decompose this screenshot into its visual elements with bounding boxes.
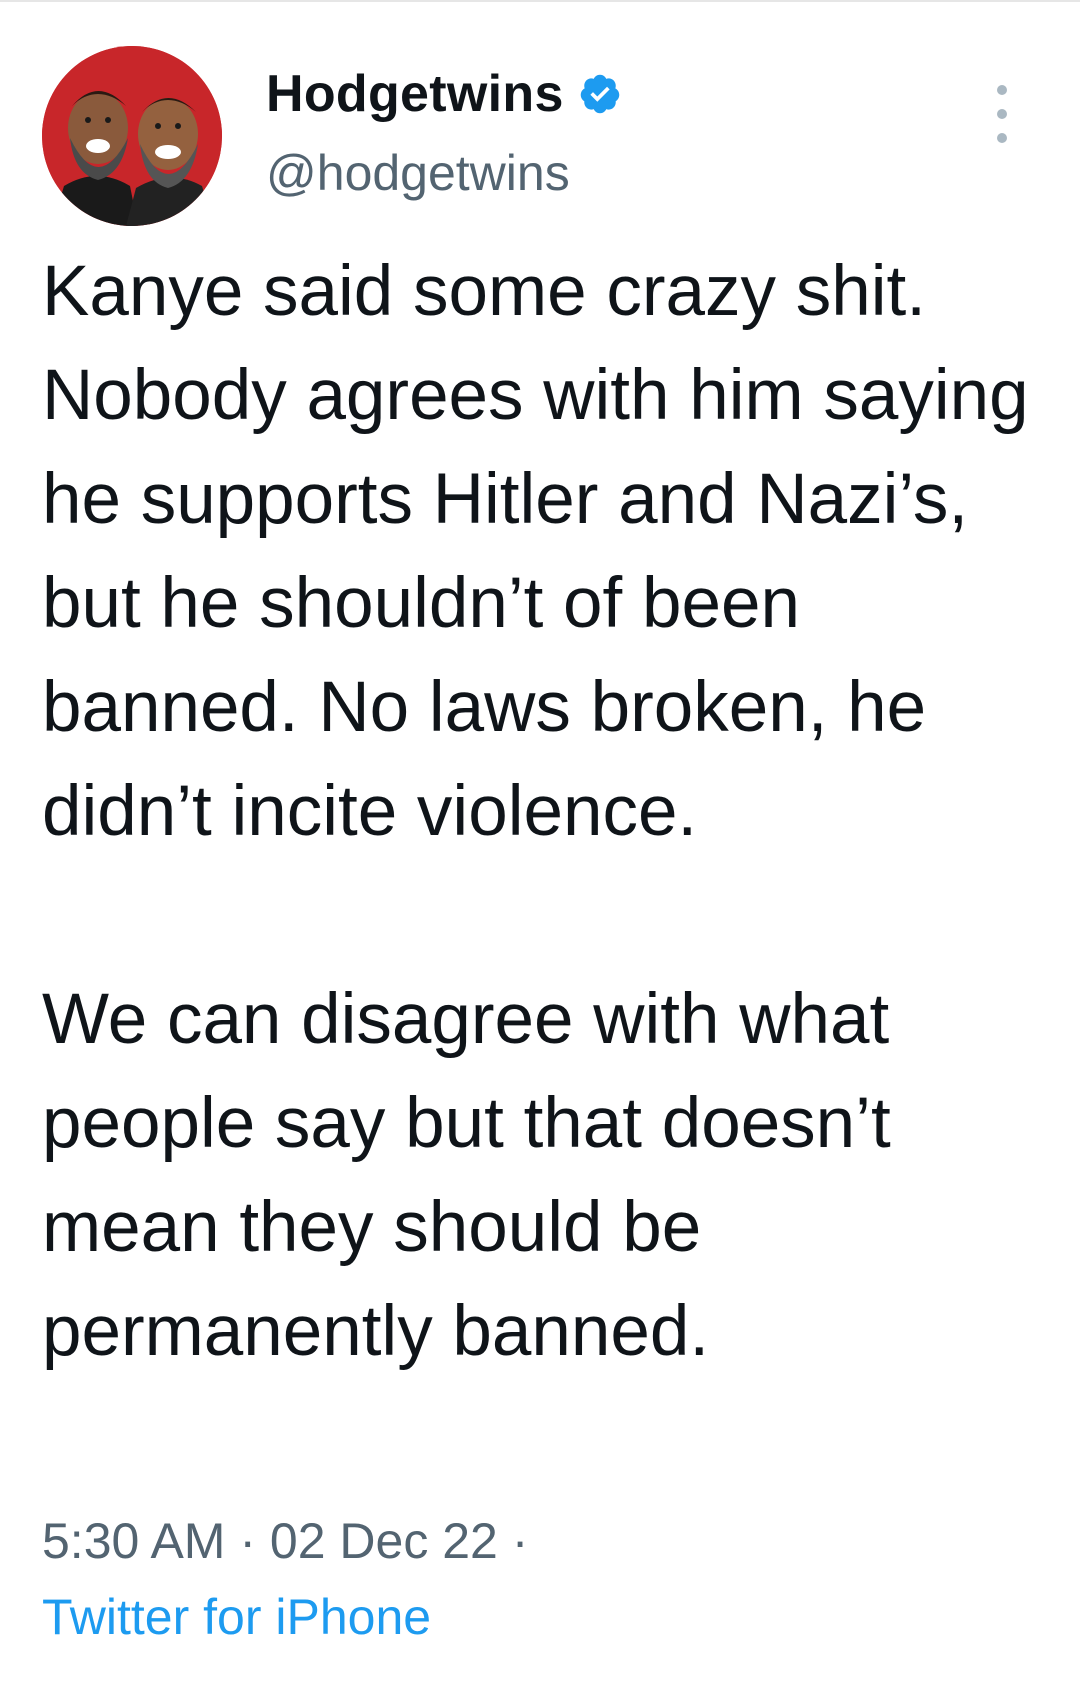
avatar[interactable]: [42, 46, 222, 226]
avatar-image: [42, 46, 222, 226]
tweet-header: Hodgetwins @hodgetwins: [42, 46, 1042, 226]
top-divider: [0, 0, 1080, 2]
tweet-source-link[interactable]: Twitter for iPhone: [42, 1582, 431, 1652]
tweet-metadata: 5:30 AM · 02 Dec 22 ·: [42, 1506, 528, 1576]
author-display-name[interactable]: Hodgetwins: [266, 64, 564, 124]
tweet-date[interactable]: 02 Dec 22: [270, 1513, 498, 1569]
meta-separator: ·: [239, 1513, 257, 1569]
display-name-row: Hodgetwins: [266, 64, 622, 124]
meta-separator-trailing: ·: [511, 1513, 529, 1569]
verified-badge-icon: [578, 72, 622, 116]
more-vertical-icon[interactable]: [990, 78, 1014, 150]
tweet-text: Kanye said some crazy shit. Nobody agree…: [42, 252, 1029, 1371]
tweet-time[interactable]: 5:30 AM: [42, 1513, 225, 1569]
author-info: Hodgetwins @hodgetwins: [266, 64, 622, 202]
author-handle[interactable]: @hodgetwins: [266, 144, 622, 202]
